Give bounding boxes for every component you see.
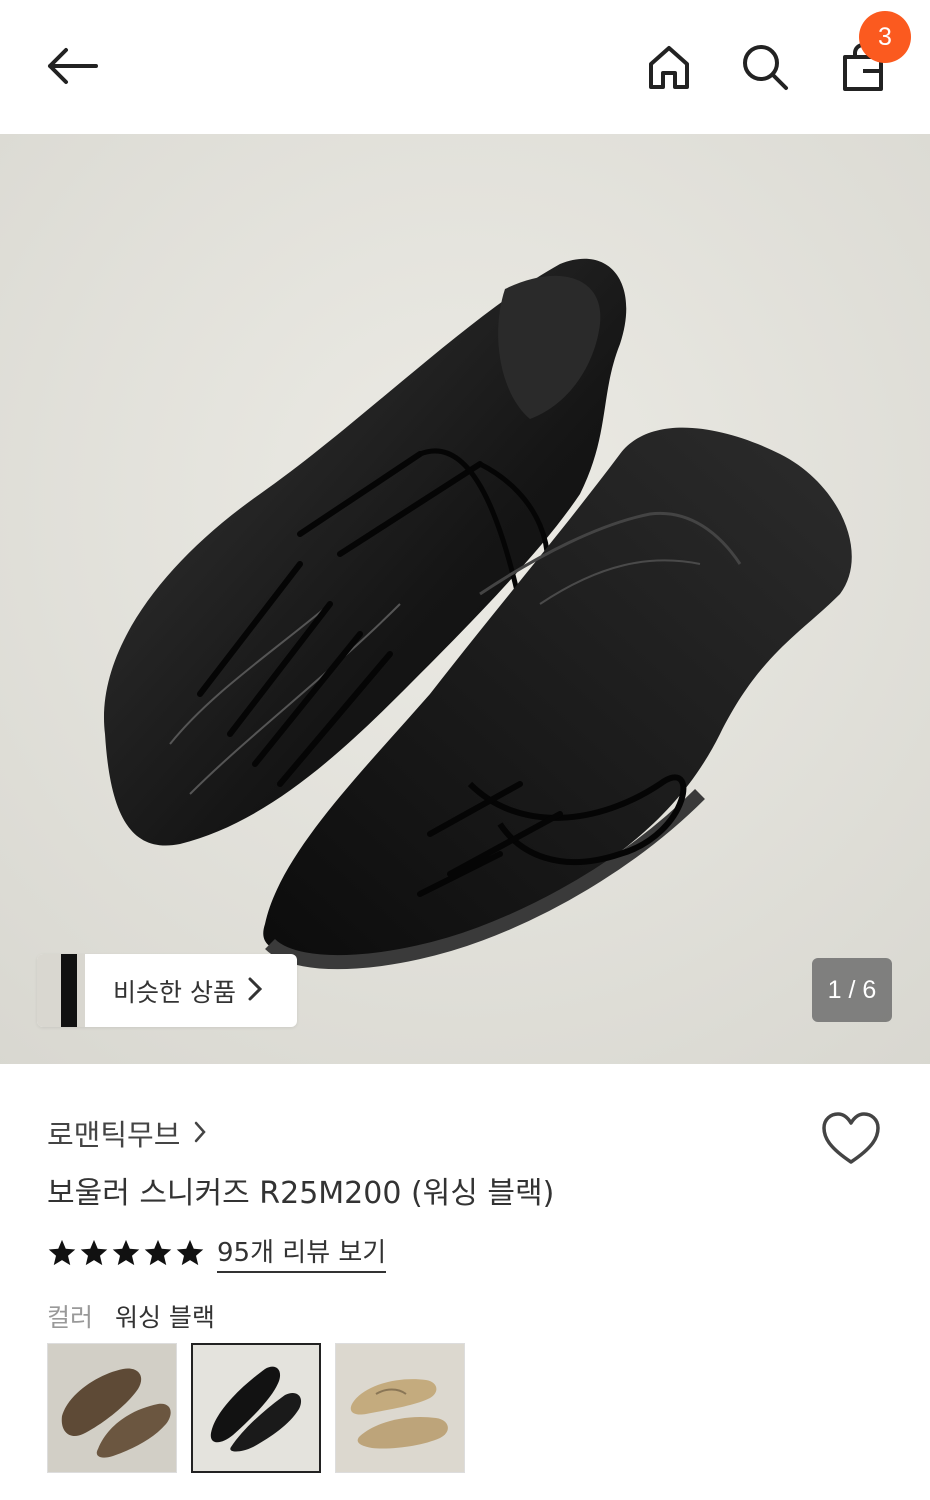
star-icon — [112, 1239, 140, 1265]
color-option: 컬러 워싱 블랙 — [47, 1298, 215, 1334]
color-swatch-list — [47, 1343, 465, 1473]
similar-product-thumbnail — [37, 954, 85, 1027]
star-icon — [176, 1239, 204, 1265]
similar-products-label: 비슷한 상품 — [113, 977, 236, 1007]
star-rating — [47, 1238, 205, 1268]
chevron-right-icon — [248, 977, 263, 1005]
swatch-black[interactable] — [191, 1343, 321, 1473]
product-title: 보울러 스니커즈 R25M200 (워싱 블랙) — [47, 1176, 555, 1211]
image-page-counter: 1 / 6 — [812, 958, 892, 1022]
brand-name: 로맨틱무브 — [47, 1118, 181, 1152]
star-icon — [48, 1239, 76, 1265]
swatch-brown[interactable] — [47, 1343, 177, 1473]
product-photo — [0, 134, 930, 1064]
rating-row: 95개 리뷰 보기 — [47, 1232, 387, 1273]
home-icon[interactable] — [640, 38, 698, 96]
chevron-right-icon — [194, 1116, 207, 1150]
product-image-gallery[interactable]: 비슷한 상품 1 / 6 — [0, 134, 930, 1064]
wishlist-heart-icon[interactable] — [820, 1110, 882, 1168]
swatch-beige[interactable] — [335, 1343, 465, 1473]
search-icon[interactable] — [736, 38, 794, 96]
similar-products-button[interactable]: 비슷한 상품 — [37, 954, 297, 1027]
option-value: 워싱 블랙 — [114, 1303, 215, 1332]
top-navigation-bar: 3 — [0, 0, 930, 134]
star-icon — [144, 1239, 172, 1265]
option-label: 컬러 — [47, 1303, 94, 1332]
cart-count-badge: 3 — [859, 11, 911, 63]
star-icon — [80, 1239, 108, 1265]
back-arrow-icon[interactable] — [40, 36, 104, 96]
brand-link[interactable]: 로맨틱무브 — [47, 1112, 207, 1154]
review-link[interactable]: 95개 리뷰 보기 — [217, 1232, 387, 1273]
